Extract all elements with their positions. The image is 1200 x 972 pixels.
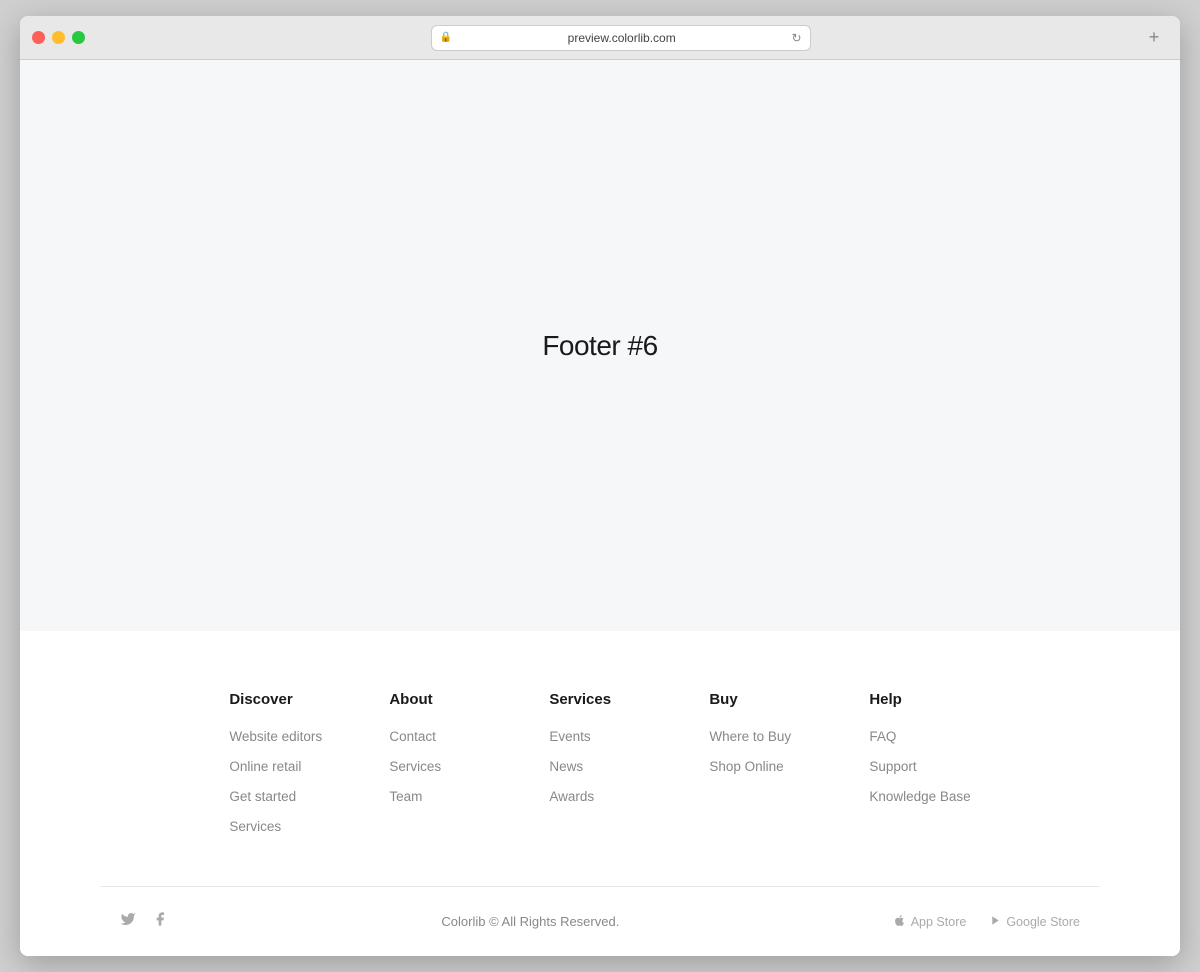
- link-where-to-buy[interactable]: Where to Buy: [709, 729, 791, 744]
- footer-col-title-discover: Discover: [229, 691, 329, 708]
- footer-col-about: About Contact Services Team: [389, 691, 489, 836]
- link-website-editors[interactable]: Website editors: [229, 729, 322, 744]
- footer-col-title-services: Services: [549, 691, 649, 708]
- list-item: Services: [229, 818, 329, 836]
- list-item: News: [549, 758, 649, 776]
- footer-col-title-help: Help: [869, 691, 970, 708]
- footer-stores: App Store Google Store: [893, 914, 1080, 930]
- footer-links-buy: Where to Buy Shop Online: [709, 728, 809, 776]
- play-icon: [990, 914, 1001, 929]
- close-button[interactable]: [32, 31, 45, 44]
- footer-social: [120, 911, 168, 932]
- list-item: Website editors: [229, 728, 329, 746]
- link-shop-online[interactable]: Shop Online: [709, 759, 783, 774]
- list-item: Services: [389, 758, 489, 776]
- app-store-link[interactable]: App Store: [893, 914, 967, 930]
- footer-copyright: Colorlib © All Rights Reserved.: [441, 914, 619, 929]
- link-events[interactable]: Events: [549, 729, 590, 744]
- new-tab-button[interactable]: +: [1140, 24, 1168, 52]
- link-services-discover[interactable]: Services: [229, 819, 281, 834]
- list-item: Awards: [549, 788, 649, 806]
- url-bar[interactable]: 🔒 preview.colorlib.com ↻: [431, 25, 811, 51]
- footer-col-title-about: About: [389, 691, 489, 708]
- footer-col-title-buy: Buy: [709, 691, 809, 708]
- link-contact[interactable]: Contact: [389, 729, 436, 744]
- footer-links-about: Contact Services Team: [389, 728, 489, 806]
- list-item: Where to Buy: [709, 728, 809, 746]
- main-area: Footer #6: [20, 60, 1180, 631]
- link-news[interactable]: News: [549, 759, 583, 774]
- list-item: Team: [389, 788, 489, 806]
- footer-links-discover: Website editors Online retail Get starte…: [229, 728, 329, 836]
- list-item: Knowledge Base: [869, 788, 970, 806]
- list-item: Get started: [229, 788, 329, 806]
- browser-titlebar: 🔒 preview.colorlib.com ↻ +: [20, 16, 1180, 60]
- app-store-label: App Store: [911, 915, 967, 929]
- footer-col-buy: Buy Where to Buy Shop Online: [709, 691, 809, 836]
- link-services-about[interactable]: Services: [389, 759, 441, 774]
- footer-links-help: FAQ Support Knowledge Base: [869, 728, 970, 806]
- lock-icon: 🔒: [440, 32, 452, 43]
- footer-links-services: Events News Awards: [549, 728, 649, 806]
- footer-col-help: Help FAQ Support Knowledge Base: [869, 691, 970, 836]
- link-online-retail[interactable]: Online retail: [229, 759, 301, 774]
- url-text: preview.colorlib.com: [456, 31, 787, 45]
- url-bar-container: 🔒 preview.colorlib.com ↻: [101, 25, 1140, 51]
- link-get-started[interactable]: Get started: [229, 789, 296, 804]
- link-support[interactable]: Support: [869, 759, 916, 774]
- twitter-icon[interactable]: [120, 911, 136, 932]
- link-team[interactable]: Team: [389, 789, 422, 804]
- list-item: Online retail: [229, 758, 329, 776]
- facebook-icon[interactable]: [152, 911, 168, 932]
- reload-icon[interactable]: ↻: [791, 31, 801, 45]
- page-title: Footer #6: [542, 330, 657, 362]
- footer: Discover Website editors Online retail G…: [20, 631, 1180, 956]
- footer-col-discover: Discover Website editors Online retail G…: [229, 691, 329, 836]
- google-store-label: Google Store: [1006, 915, 1080, 929]
- list-item: Contact: [389, 728, 489, 746]
- maximize-button[interactable]: [72, 31, 85, 44]
- list-item: FAQ: [869, 728, 970, 746]
- link-awards[interactable]: Awards: [549, 789, 594, 804]
- link-faq[interactable]: FAQ: [869, 729, 896, 744]
- traffic-lights: [32, 31, 85, 44]
- apple-icon: [893, 914, 906, 930]
- footer-bottom: Colorlib © All Rights Reserved. App Stor…: [20, 887, 1180, 956]
- minimize-button[interactable]: [52, 31, 65, 44]
- list-item: Support: [869, 758, 970, 776]
- footer-col-services: Services Events News Awards: [549, 691, 649, 836]
- google-store-link[interactable]: Google Store: [990, 914, 1080, 929]
- link-knowledge-base[interactable]: Knowledge Base: [869, 789, 970, 804]
- list-item: Shop Online: [709, 758, 809, 776]
- page-content: Footer #6 Discover Website editors Onlin…: [20, 60, 1180, 956]
- footer-columns: Discover Website editors Online retail G…: [20, 691, 1180, 886]
- browser-window: 🔒 preview.colorlib.com ↻ + Footer #6 Dis…: [20, 16, 1180, 956]
- list-item: Events: [549, 728, 649, 746]
